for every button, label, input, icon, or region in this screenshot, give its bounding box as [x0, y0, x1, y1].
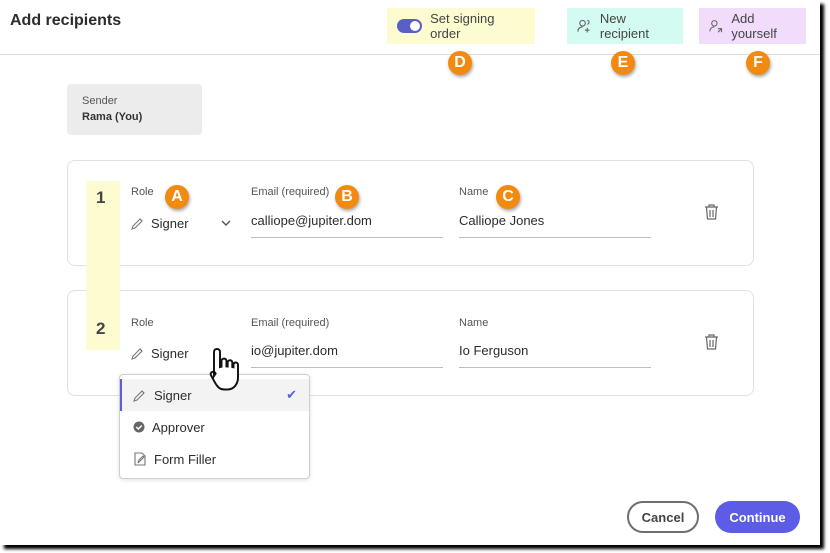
email-underline — [251, 367, 443, 368]
menu-item-approver[interactable]: Approver — [120, 411, 309, 443]
recipient-number: 2 — [96, 319, 106, 338]
name-underline — [459, 367, 651, 368]
continue-button[interactable]: Continue — [715, 501, 800, 533]
recipient-card-1 — [67, 160, 754, 266]
callout-e: E — [611, 51, 635, 75]
name-field[interactable]: Io Ferguson — [459, 343, 528, 358]
hand-cursor-icon — [209, 348, 239, 391]
email-label: Email (required) — [251, 317, 330, 329]
sender-card: Sender Rama (You) — [67, 84, 202, 135]
name-label: Name — [459, 317, 489, 329]
trash-icon[interactable] — [704, 334, 719, 350]
checkmark-icon: ✔ — [286, 387, 297, 402]
role-label: Role — [131, 317, 154, 329]
name-underline — [459, 237, 651, 238]
chevron-down-icon[interactable] — [221, 218, 231, 228]
menu-item-label: Signer — [154, 387, 192, 403]
signing-order-label: Set signing order — [430, 11, 495, 41]
header-divider — [0, 54, 820, 55]
sender-name: Rama (You) — [82, 111, 143, 123]
role-select[interactable]: Signer — [131, 214, 231, 232]
new-recipient-label: New recipient — [599, 11, 649, 41]
user-arrow-icon — [709, 20, 723, 33]
pen-icon — [131, 218, 143, 230]
trash-icon[interactable] — [704, 204, 719, 220]
menu-item-form-filler[interactable]: Form Filler — [120, 443, 309, 475]
role-value: Signer — [151, 215, 189, 231]
name-field[interactable]: Calliope Jones — [459, 213, 544, 228]
email-field[interactable]: io@jupiter.dom — [251, 343, 338, 358]
add-user-icon — [577, 19, 590, 33]
role-value: Signer — [151, 345, 189, 361]
callout-c: C — [496, 185, 520, 209]
callout-a: A — [165, 185, 189, 209]
pen-icon — [133, 390, 145, 402]
menu-item-label: Approver — [152, 419, 205, 435]
sender-label: Sender — [82, 95, 118, 107]
form-icon — [134, 452, 146, 466]
cancel-button[interactable]: Cancel — [627, 501, 699, 533]
check-circle-icon — [133, 421, 145, 433]
callout-f: F — [746, 51, 770, 75]
page-title: Add recipients — [10, 12, 122, 29]
new-recipient-button[interactable]: New recipient — [567, 8, 683, 44]
role-label: Role — [131, 186, 154, 198]
recipient-number: 1 — [96, 188, 106, 207]
name-label: Name — [459, 186, 489, 198]
email-field[interactable]: calliope@jupiter.dom — [251, 213, 372, 228]
email-underline — [251, 237, 443, 238]
toggle-switch[interactable] — [397, 19, 423, 33]
pen-icon — [131, 348, 143, 360]
menu-item-label: Form Filler — [154, 451, 217, 467]
add-yourself-label: Add yourself — [731, 11, 777, 41]
email-label: Email (required) — [251, 186, 330, 198]
add-recipients-window: Add recipients Set signing order New rec… — [0, 0, 820, 545]
signing-order-toggle[interactable]: Set signing order — [387, 8, 535, 44]
callout-b: B — [335, 185, 359, 209]
callout-d: D — [448, 51, 472, 75]
add-yourself-button[interactable]: Add yourself — [699, 8, 806, 44]
